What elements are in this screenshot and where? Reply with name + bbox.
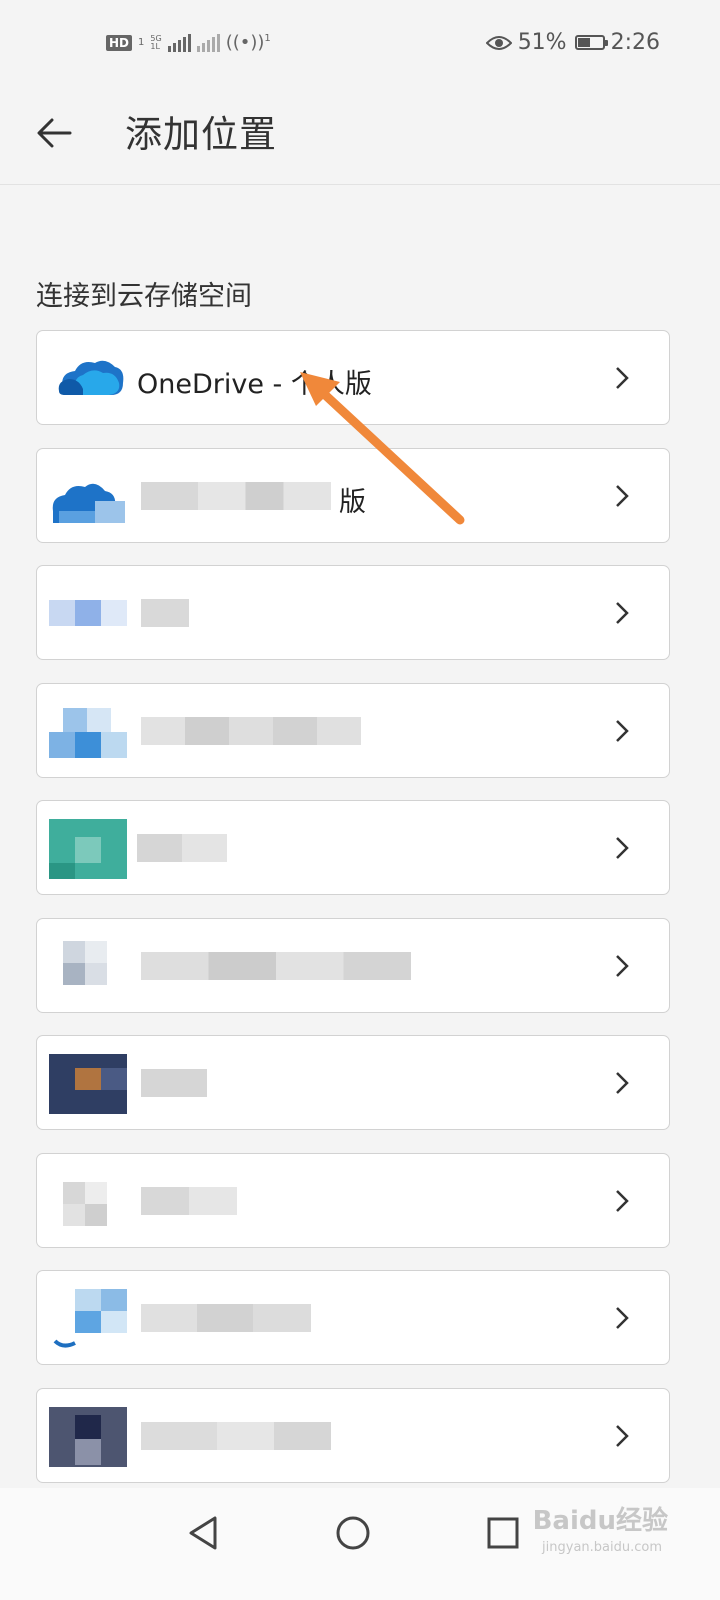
list-item-10[interactable] [36,1387,670,1483]
signal-no-service-icon [196,33,220,52]
pixelated-icon [49,707,127,758]
chevron-right-icon [616,1189,629,1212]
chevron-right-icon [616,837,629,859]
onedrive-cloud-icon [52,483,125,523]
watermark: Baidu经验 [532,1506,668,1536]
list-item-4[interactable] [36,682,670,778]
chevron-right-icon [616,484,629,507]
signal-icon [167,33,191,52]
chevron-right-icon [616,602,629,624]
list-item-7[interactable] [36,1035,670,1130]
chevron-right-icon [616,954,629,977]
network-type: 5G 1L [150,33,162,51]
list-item-5[interactable] [36,800,670,895]
chevron-right-icon [616,719,629,742]
list-item-onedrive-business[interactable]: 版 [36,447,670,543]
cloud-storage-list: OneDrive - 个人版 版 [36,330,670,1505]
eye-icon [485,35,512,50]
nav-recents-icon[interactable] [480,1510,526,1556]
list-item-label: OneDrive - 个人版 [137,369,372,400]
nav-home-icon[interactable] [330,1510,376,1556]
list-item-9[interactable] [36,1270,670,1365]
chevron-right-icon [616,1307,629,1329]
battery-level [577,38,590,47]
pixelated-text [141,599,189,627]
pixelated-icon [63,1181,107,1226]
pixelated-text [141,1304,311,1332]
pixelated-icon [53,1289,127,1348]
list-item-6[interactable] [36,917,670,1013]
list-item-onedrive-personal[interactable]: OneDrive - 个人版 [36,330,670,425]
sim-indicator: 1 [138,37,145,48]
chevron-right-icon [616,367,629,389]
watermark-url: jingyan.baidu.com [542,1540,662,1555]
pixelated-icon [49,819,127,879]
status-icons-right: 51% 2:26 [485,30,660,55]
pixelated-icon [63,940,107,985]
pixelated-text [141,1186,237,1215]
chevron-right-icon [616,1424,629,1447]
arrow-left-icon[interactable] [32,108,82,158]
battery-percent: 51% [517,30,567,55]
pixelated-text [141,1421,331,1450]
hotspot-icon: ((•))1 [225,32,271,53]
pixelated-icon [49,1406,127,1467]
status-bar: HD 1 5G 1L ((•))1 51% 2:26 [0,0,720,90]
chevron-right-icon [616,1072,629,1094]
app-bar: 添加位置 [0,90,720,185]
list-item-label: 版 [339,486,366,518]
pixelated-text [141,951,411,980]
clock: 2:26 [610,30,660,55]
pixelated-icon [49,600,127,626]
pixelated-text [141,716,361,745]
hd-badge: HD [106,34,133,51]
pixelated-icon [49,1054,127,1114]
onedrive-cloud-icon [58,360,124,395]
battery-icon [574,35,608,50]
page-title: 添加位置 [125,113,277,156]
list-item-3[interactable] [36,565,670,660]
pixelated-text [141,1069,207,1097]
list-item-8[interactable] [36,1152,670,1248]
nav-back-icon[interactable] [182,1510,228,1556]
pixelated-text [137,834,227,862]
pixelated-text [141,481,331,510]
status-icons-left: HD 1 5G 1L ((•))1 [106,32,271,53]
section-title: 连接到云存储空间 [36,281,252,312]
